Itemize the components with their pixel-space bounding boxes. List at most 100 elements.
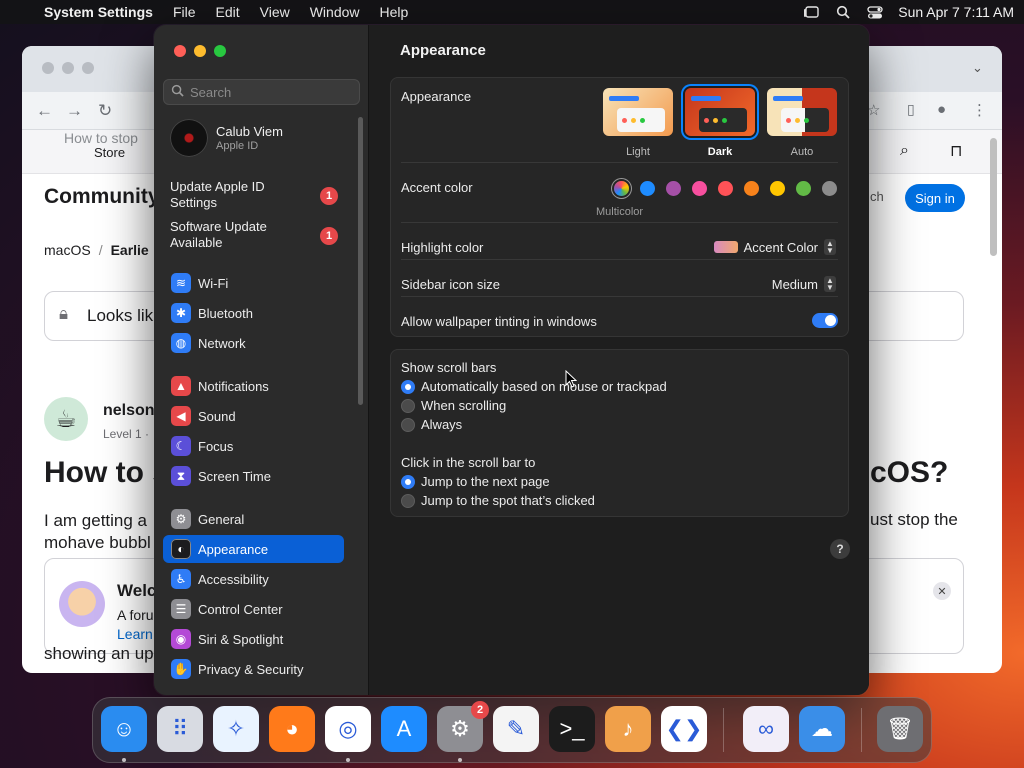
radio-button[interactable]: [401, 398, 415, 413]
sidebar-scrollbar[interactable]: [358, 117, 363, 405]
garageband-icon[interactable]: ♪: [605, 706, 651, 752]
minimize-button[interactable]: [194, 45, 206, 57]
sidebar-icon-size-popup[interactable]: Medium ▲ ▼: [772, 276, 836, 292]
back-arrow-icon[interactable]: ←: [36, 101, 53, 121]
community-search-label[interactable]: ch: [870, 189, 884, 204]
stage-manager-icon[interactable]: [802, 5, 820, 19]
tab-overflow-chevron-icon[interactable]: ⌄: [972, 60, 983, 76]
accent-color-swatch[interactable]: [796, 181, 811, 196]
sign-in-button[interactable]: Sign in: [905, 184, 965, 212]
app-menu[interactable]: System Settings: [38, 4, 163, 20]
software-update-item[interactable]: Software Update Available 1: [170, 219, 345, 251]
control-center-icon: ☰: [171, 599, 191, 619]
vscode-icon[interactable]: ❮❯: [661, 706, 707, 752]
bookmark-star-icon[interactable]: ☆: [867, 101, 880, 119]
browser-minimize-button[interactable]: [62, 62, 74, 74]
safari-icon[interactable]: ✧: [213, 706, 259, 752]
radio-button[interactable]: [401, 379, 415, 394]
sidebar-search[interactable]: [163, 79, 360, 105]
menu-edit[interactable]: Edit: [206, 4, 250, 20]
sidebar-item-accessibility[interactable]: ♿ Accessibility: [163, 565, 344, 593]
accent-multicolor-swatch[interactable]: [614, 181, 629, 196]
menu-window[interactable]: Window: [300, 4, 370, 20]
accent-color-swatch[interactable]: [718, 181, 733, 196]
terminal-icon[interactable]: >_: [549, 706, 595, 752]
radio-label: Always: [421, 417, 463, 432]
auto-thumbnail: [767, 88, 837, 136]
community-heading[interactable]: Community: [44, 185, 160, 209]
accent-color-swatch[interactable]: [744, 181, 759, 196]
sidebar-item-sound[interactable]: ◀ Sound: [163, 402, 344, 430]
sidebar-item-bluetooth[interactable]: ✱ Bluetooth: [163, 299, 344, 327]
zoom-button[interactable]: [214, 45, 226, 57]
nav-store-link[interactable]: Store: [94, 145, 125, 160]
update-apple-id-settings-item[interactable]: Update Apple ID Settings 1: [170, 179, 345, 211]
radio-button[interactable]: [401, 474, 415, 489]
appearance-auto-option[interactable]: Auto: [767, 88, 837, 158]
radio-button[interactable]: [401, 417, 415, 432]
apple-id-profile[interactable]: Calub Viem Apple ID: [170, 119, 355, 159]
search-input[interactable]: [190, 83, 350, 101]
browser-menu-icon[interactable]: ⋮: [972, 101, 987, 119]
radio-jump-to-spot[interactable]: Jump to the spot that’s clicked: [401, 493, 595, 508]
control-center-icon[interactable]: [866, 5, 884, 19]
profile-avatar-icon[interactable]: ●: [937, 101, 946, 118]
menu-file[interactable]: File: [163, 4, 206, 20]
site-search-icon[interactable]: ⌕: [900, 142, 909, 160]
sidebar-item-wi-fi[interactable]: ≋ Wi-Fi: [163, 269, 344, 297]
radio-jump-next-page[interactable]: Jump to the next page: [401, 474, 550, 489]
chrome-icon[interactable]: ◎: [325, 706, 371, 752]
forward-arrow-icon[interactable]: →: [66, 101, 83, 121]
finder-icon[interactable]: ☺: [101, 706, 147, 752]
post-username[interactable]: nelson: [103, 402, 155, 420]
accent-color-swatch[interactable]: [822, 181, 837, 196]
learn-more-link[interactable]: Learn: [117, 626, 153, 642]
sidebar-item-control-center[interactable]: ☰ Control Center: [163, 595, 344, 623]
browser-zoom-button[interactable]: [82, 62, 94, 74]
trash-icon[interactable]: 🗑: [877, 706, 923, 752]
sidebar-item-screen-time[interactable]: ⧗ Screen Time: [163, 462, 344, 490]
weather-icon[interactable]: ☁: [799, 706, 845, 752]
appearance-light-option[interactable]: Light: [603, 88, 673, 158]
close-button[interactable]: [174, 45, 186, 57]
radio-scroll-always[interactable]: Always: [401, 417, 462, 432]
divider: [401, 259, 838, 260]
visual-studio-icon[interactable]: ∞: [743, 706, 789, 752]
sidebar-item-notifications[interactable]: ▲ Notifications: [163, 372, 344, 400]
sidebar-item-network[interactable]: ◍ Network: [163, 329, 344, 357]
textedit-icon[interactable]: ✎: [493, 706, 539, 752]
wallpaper-tinting-toggle[interactable]: [812, 313, 838, 328]
sidebar-toggle-icon[interactable]: ▯: [907, 101, 915, 118]
sidebar-item-general[interactable]: ⚙ General: [163, 505, 344, 533]
user-avatar[interactable]: ☕︎: [44, 397, 88, 441]
accent-color-swatch[interactable]: [692, 181, 707, 196]
browser-scrollbar[interactable]: [990, 138, 997, 256]
sidebar-item-privacy-security[interactable]: ✋ Privacy & Security: [163, 655, 344, 683]
help-button[interactable]: ?: [830, 539, 850, 559]
firefox-icon[interactable]: ◕: [269, 706, 315, 752]
close-icon[interactable]: ✕: [933, 582, 951, 600]
radio-button[interactable]: [401, 493, 415, 508]
clock[interactable]: Sun Apr 7 7:11 AM: [898, 4, 1014, 20]
thumbnail-dots: [622, 118, 645, 123]
reload-icon[interactable]: ↻: [98, 101, 112, 121]
accent-color-swatch[interactable]: [666, 181, 681, 196]
menu-view[interactable]: View: [250, 4, 300, 20]
sidebar-item-focus[interactable]: ☾ Focus: [163, 432, 344, 460]
breadcrumb-macos[interactable]: macOS: [44, 242, 91, 258]
browser-close-button[interactable]: [42, 62, 54, 74]
accent-color-swatch[interactable]: [770, 181, 785, 196]
radio-scroll-when-scrolling[interactable]: When scrolling: [401, 398, 506, 413]
accent-color-swatch[interactable]: [640, 181, 655, 196]
launchpad-icon[interactable]: ⠿: [157, 706, 203, 752]
radio-scroll-automatic[interactable]: Automatically based on mouse or trackpad: [401, 379, 667, 394]
spotlight-search-icon[interactable]: [834, 5, 852, 19]
shopping-bag-icon[interactable]: ⊓: [950, 141, 962, 161]
sidebar-item-siri-spotlight[interactable]: ◉ Siri & Spotlight: [163, 625, 344, 653]
app-store-icon[interactable]: A: [381, 706, 427, 752]
appearance-dark-option[interactable]: Dark: [685, 88, 755, 158]
menu-help[interactable]: Help: [370, 4, 419, 20]
sidebar-item-appearance[interactable]: ◐ Appearance: [163, 535, 344, 563]
breadcrumb-earlier[interactable]: Earlie: [111, 242, 149, 258]
highlight-color-popup[interactable]: Accent Color ▲ ▼: [713, 239, 836, 255]
